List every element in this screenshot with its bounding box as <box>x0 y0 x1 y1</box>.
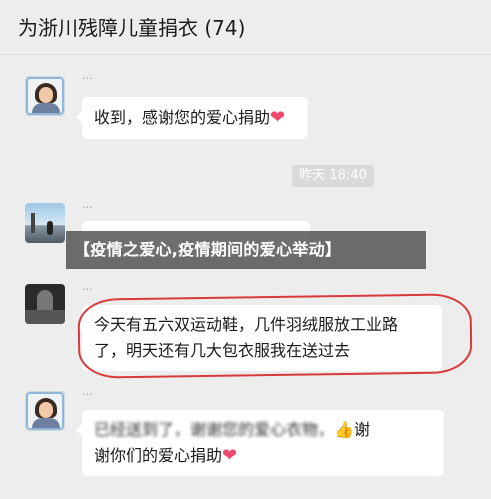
avatar[interactable] <box>25 203 65 243</box>
message-bubble[interactable]: 已经送到了，谢谢您的爱心衣物，👍谢 谢你们的爱心捐助❤ <box>76 410 444 476</box>
message-text-line2: 谢你们的爱心捐助 <box>94 446 223 465</box>
heart-emoji-icon: ❤ <box>270 107 286 128</box>
timestamp: 昨天 18:40 <box>292 165 374 187</box>
message-text-tail: 谢 <box>353 420 370 439</box>
sender-name: … <box>82 69 93 82</box>
sender-name: … <box>82 385 93 398</box>
message-text-blurred: 已经送到了，谢谢您的爱心衣物， <box>94 420 335 439</box>
heart-emoji-icon: ❤ <box>222 445 238 466</box>
avatar[interactable] <box>25 284 65 324</box>
avatar[interactable] <box>25 76 65 116</box>
thumbs-up-icon: 👍 <box>334 420 354 439</box>
chat-header: 为浙川残障儿童捐衣 (74) <box>0 0 491 55</box>
chat-area[interactable]: … 收到，感谢您的爱心捐助❤ 昨天 18:40 … … 今天有五六双运动鞋，几件… <box>0 55 491 499</box>
avatar[interactable] <box>25 391 65 431</box>
overlay-banner: 【疫情之爱心,疫情期间的爱心举动】 <box>66 231 426 269</box>
message-bubble[interactable]: 收到，感谢您的爱心捐助❤ <box>76 97 308 139</box>
sender-name: … <box>82 198 93 211</box>
chat-title[interactable]: 为浙川残障儿童捐衣 (74) <box>18 12 245 41</box>
message-text: 收到，感谢您的爱心捐助 <box>94 108 271 127</box>
sender-name: … <box>82 280 93 293</box>
highlight-circle <box>77 293 473 379</box>
